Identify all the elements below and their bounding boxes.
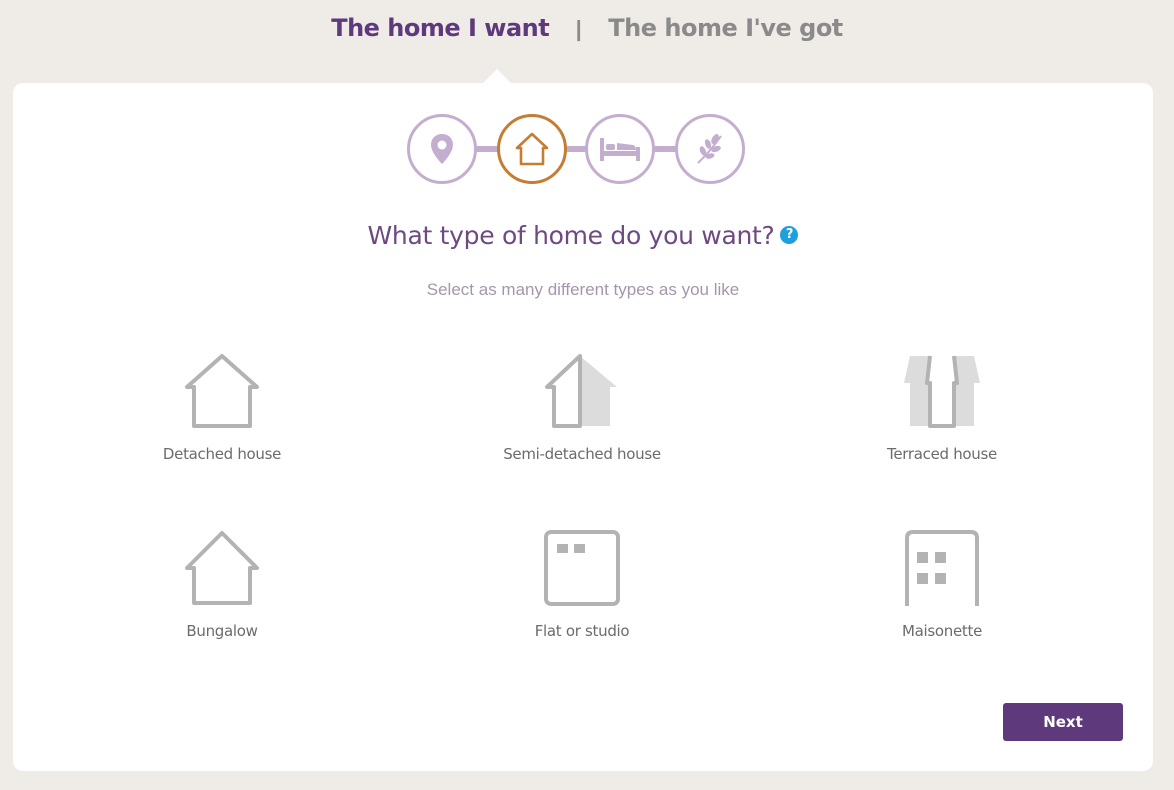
question-heading: What type of home do you want?? xyxy=(13,221,1153,250)
step-location[interactable] xyxy=(407,114,477,184)
option-flat-or-studio[interactable]: Flat or studio xyxy=(452,528,712,640)
semi-detached-house-icon xyxy=(545,354,617,428)
maisonette-icon xyxy=(905,530,979,606)
question-card: What type of home do you want?? Select a… xyxy=(13,69,1153,771)
question-subtitle: Select as many different types as you li… xyxy=(426,280,740,299)
option-label: Detached house xyxy=(162,445,282,463)
help-icon[interactable]: ? xyxy=(780,226,799,244)
step-bedrooms[interactable] xyxy=(585,114,655,184)
detached-house-icon xyxy=(185,354,259,428)
option-detached-house[interactable]: Detached house xyxy=(92,351,352,463)
question-title: What type of home do you want? xyxy=(367,221,775,250)
next-button[interactable]: Next xyxy=(1003,703,1123,741)
option-label: Bungalow xyxy=(186,622,258,640)
progress-steps xyxy=(407,114,747,184)
bungalow-icon xyxy=(185,531,259,605)
option-label: Terraced house xyxy=(887,445,997,463)
top-tabs: The home I want | The home I've got xyxy=(0,14,1174,42)
house-icon xyxy=(515,132,549,166)
option-maisonette[interactable]: Maisonette xyxy=(812,528,1072,640)
tab-home-ive-got[interactable]: The home I've got xyxy=(608,14,843,42)
option-label: Flat or studio xyxy=(534,622,630,640)
option-label: Semi-detached house xyxy=(503,445,661,463)
option-terraced-house[interactable]: Terraced house xyxy=(812,351,1072,463)
step-garden[interactable] xyxy=(675,114,745,184)
tab-home-i-want[interactable]: The home I want xyxy=(331,14,550,42)
option-bungalow[interactable]: Bungalow xyxy=(92,528,352,640)
tab-separator: | xyxy=(575,16,582,41)
location-pin-icon xyxy=(431,134,453,164)
option-label: Maisonette xyxy=(901,622,983,640)
terraced-house-icon xyxy=(904,355,980,428)
step-home-type[interactable] xyxy=(497,114,567,184)
bed-icon xyxy=(600,138,640,161)
leaf-icon xyxy=(697,134,722,164)
card-notch xyxy=(483,69,511,83)
option-semi-detached-house[interactable]: Semi-detached house xyxy=(452,351,712,463)
flat-icon xyxy=(544,530,620,606)
